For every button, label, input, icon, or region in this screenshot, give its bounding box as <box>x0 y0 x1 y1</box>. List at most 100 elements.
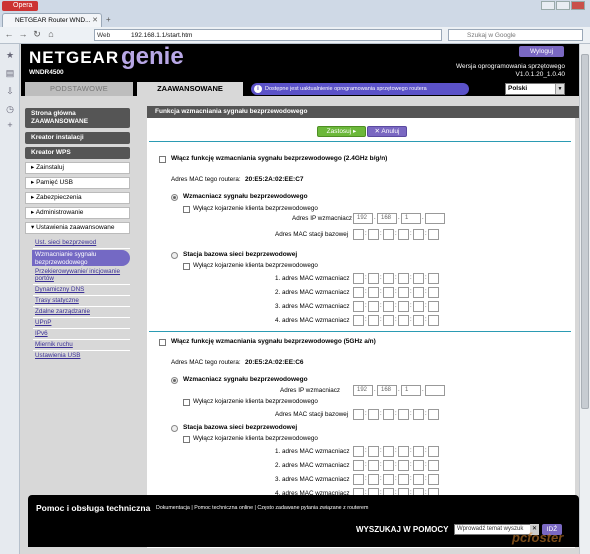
nav-section-usb[interactable]: ▸ Pamięć USB <box>25 177 130 189</box>
mac-octet-box[interactable] <box>413 315 424 326</box>
nav-sub-wireless-settings[interactable]: Ust. sieci bezprzewod <box>35 239 132 246</box>
url-field[interactable]: Web 192.168.1.1/start.htm <box>94 29 442 41</box>
nav-home[interactable]: Strona główna ZAAWANSOWANE <box>25 108 130 128</box>
ip-octet-1[interactable]: 192 <box>353 213 373 224</box>
link-documentation[interactable]: Dokumentacja <box>156 505 190 511</box>
mac-octet-box[interactable] <box>353 474 364 485</box>
mac-octet-box[interactable] <box>383 446 394 457</box>
nav-sub-traffic-meter[interactable]: Miernik ruchu <box>35 341 132 348</box>
mac-octet-box[interactable] <box>383 301 394 312</box>
downloads-icon[interactable]: ⇩ <box>5 86 15 97</box>
mac-octet-box[interactable] <box>413 229 424 240</box>
mac-octet-box[interactable] <box>398 446 409 457</box>
maximize-icon[interactable] <box>556 1 570 10</box>
logout-button[interactable]: Wyloguj <box>519 46 564 57</box>
mac-octet-box[interactable] <box>413 460 424 471</box>
mac-octet-box[interactable] <box>413 446 424 457</box>
mac-octet-box[interactable] <box>398 315 409 326</box>
mac-octet-box[interactable] <box>353 301 364 312</box>
disable-assoc-checkbox[interactable] <box>183 206 190 213</box>
disable-assoc2-checkbox[interactable] <box>183 263 190 270</box>
mac-octet-box[interactable] <box>398 460 409 471</box>
browser-tab[interactable]: NETGEAR Router WND... ✕ <box>2 13 102 27</box>
mac-octet-box[interactable] <box>428 460 439 471</box>
mac-octet-box[interactable] <box>383 315 394 326</box>
mac-octet-box[interactable] <box>368 460 379 471</box>
mac-octet-box[interactable] <box>428 446 439 457</box>
tab-advanced[interactable]: ZAAWANSOWANE <box>137 82 243 96</box>
mac-octet-box[interactable] <box>383 273 394 284</box>
nav-setup-wizard[interactable]: Kreator instalacji <box>25 132 130 144</box>
mac-octet-box[interactable] <box>428 229 439 240</box>
mac-octet-box[interactable] <box>398 273 409 284</box>
mac-octet-box[interactable] <box>368 315 379 326</box>
page-scrollbar[interactable] <box>579 44 590 554</box>
mac-octet-box[interactable] <box>353 446 364 457</box>
mac-octet-box[interactable] <box>413 301 424 312</box>
reload-icon[interactable]: ↻ <box>32 29 42 40</box>
home-icon[interactable]: ⌂ <box>46 29 56 39</box>
mac-octet-box[interactable] <box>398 229 409 240</box>
nav-sub-port-forwarding[interactable]: Przekierowywanie/ inicjowanie portów <box>35 268 132 282</box>
link-faq[interactable]: Często zadawane pytania związane z route… <box>257 505 368 511</box>
mac-octet-box[interactable] <box>353 409 364 420</box>
nav-sub-remote-mgmt[interactable]: Zdalne zarządzanie <box>35 308 132 315</box>
mac-octet-box[interactable] <box>353 229 364 240</box>
mac-octet-box[interactable] <box>398 287 409 298</box>
mac-octet-box[interactable] <box>353 273 364 284</box>
mac-octet-box[interactable] <box>368 287 379 298</box>
mac-octet-box[interactable] <box>428 315 439 326</box>
nav-sub-ipv6[interactable]: IPv6 <box>35 330 132 337</box>
mac-octet-box[interactable] <box>398 409 409 420</box>
cancel-button[interactable]: ✕ Anuluj <box>367 126 407 137</box>
history-icon[interactable]: ◷ <box>5 104 15 115</box>
base-station-radio[interactable] <box>171 425 178 432</box>
apply-button[interactable]: Zastosuj ▸ <box>317 126 366 137</box>
bookmarks-icon[interactable]: ★ <box>5 50 15 61</box>
mac-octet-box[interactable] <box>368 409 379 420</box>
mac-octet-box[interactable] <box>353 287 364 298</box>
mac-octet-box[interactable] <box>353 460 364 471</box>
browser-search-input[interactable]: Szukaj w Google <box>448 29 583 41</box>
mac-octet-box[interactable] <box>428 301 439 312</box>
disable-assoc-checkbox[interactable] <box>183 399 190 406</box>
repeater-radio[interactable] <box>171 194 178 201</box>
new-tab-icon[interactable]: + <box>106 15 111 24</box>
mac-octet-box[interactable] <box>383 460 394 471</box>
enable-repeating-5ghz-checkbox[interactable] <box>159 339 166 346</box>
mac-octet-box[interactable] <box>413 474 424 485</box>
add-panel-icon[interactable]: + <box>5 120 15 130</box>
nav-section-security[interactable]: ▸ Zabezpieczenia <box>25 192 130 204</box>
nav-sub-upnp[interactable]: UPnP <box>35 319 132 326</box>
mac-octet-box[interactable] <box>368 301 379 312</box>
forward-icon[interactable]: → <box>18 29 28 39</box>
ip-octet-3[interactable]: 1 <box>401 385 421 396</box>
back-icon[interactable]: ← <box>4 29 14 39</box>
mac-octet-box[interactable] <box>398 474 409 485</box>
mac-octet-box[interactable] <box>383 474 394 485</box>
close-window-icon[interactable] <box>571 1 585 10</box>
repeater-radio[interactable] <box>171 377 178 384</box>
nav-sub-usb-settings[interactable]: Ustawienia USB <box>35 352 132 359</box>
opera-menu-button[interactable]: Opera <box>2 1 38 11</box>
ip-octet-2[interactable]: 168 <box>377 385 397 396</box>
mac-octet-box[interactable] <box>413 287 424 298</box>
scroll-thumb[interactable] <box>581 54 589 409</box>
nav-section-admin[interactable]: ▸ Administrowanie <box>25 207 130 219</box>
base-station-radio[interactable] <box>171 252 178 259</box>
nav-section-advanced[interactable]: ▾ Ustawienia zaawansowane <box>25 222 130 234</box>
mac-octet-box[interactable] <box>368 446 379 457</box>
nav-wps-wizard[interactable]: Kreator WPS <box>25 147 130 159</box>
mac-octet-box[interactable] <box>353 315 364 326</box>
nav-sub-wireless-repeating[interactable]: Wzmacnianie sygnału bezprzewodowego <box>32 250 130 266</box>
ip-octet-4[interactable] <box>425 213 445 224</box>
ip-octet-1[interactable]: 192 <box>353 385 373 396</box>
ip-octet-3[interactable]: 1 <box>401 213 421 224</box>
mac-octet-box[interactable] <box>428 409 439 420</box>
mac-octet-box[interactable] <box>398 301 409 312</box>
mac-octet-box[interactable] <box>428 287 439 298</box>
mac-octet-box[interactable] <box>428 273 439 284</box>
mac-octet-box[interactable] <box>413 409 424 420</box>
notes-icon[interactable]: ▤ <box>5 68 15 79</box>
enable-repeating-24ghz-checkbox[interactable] <box>159 156 166 163</box>
